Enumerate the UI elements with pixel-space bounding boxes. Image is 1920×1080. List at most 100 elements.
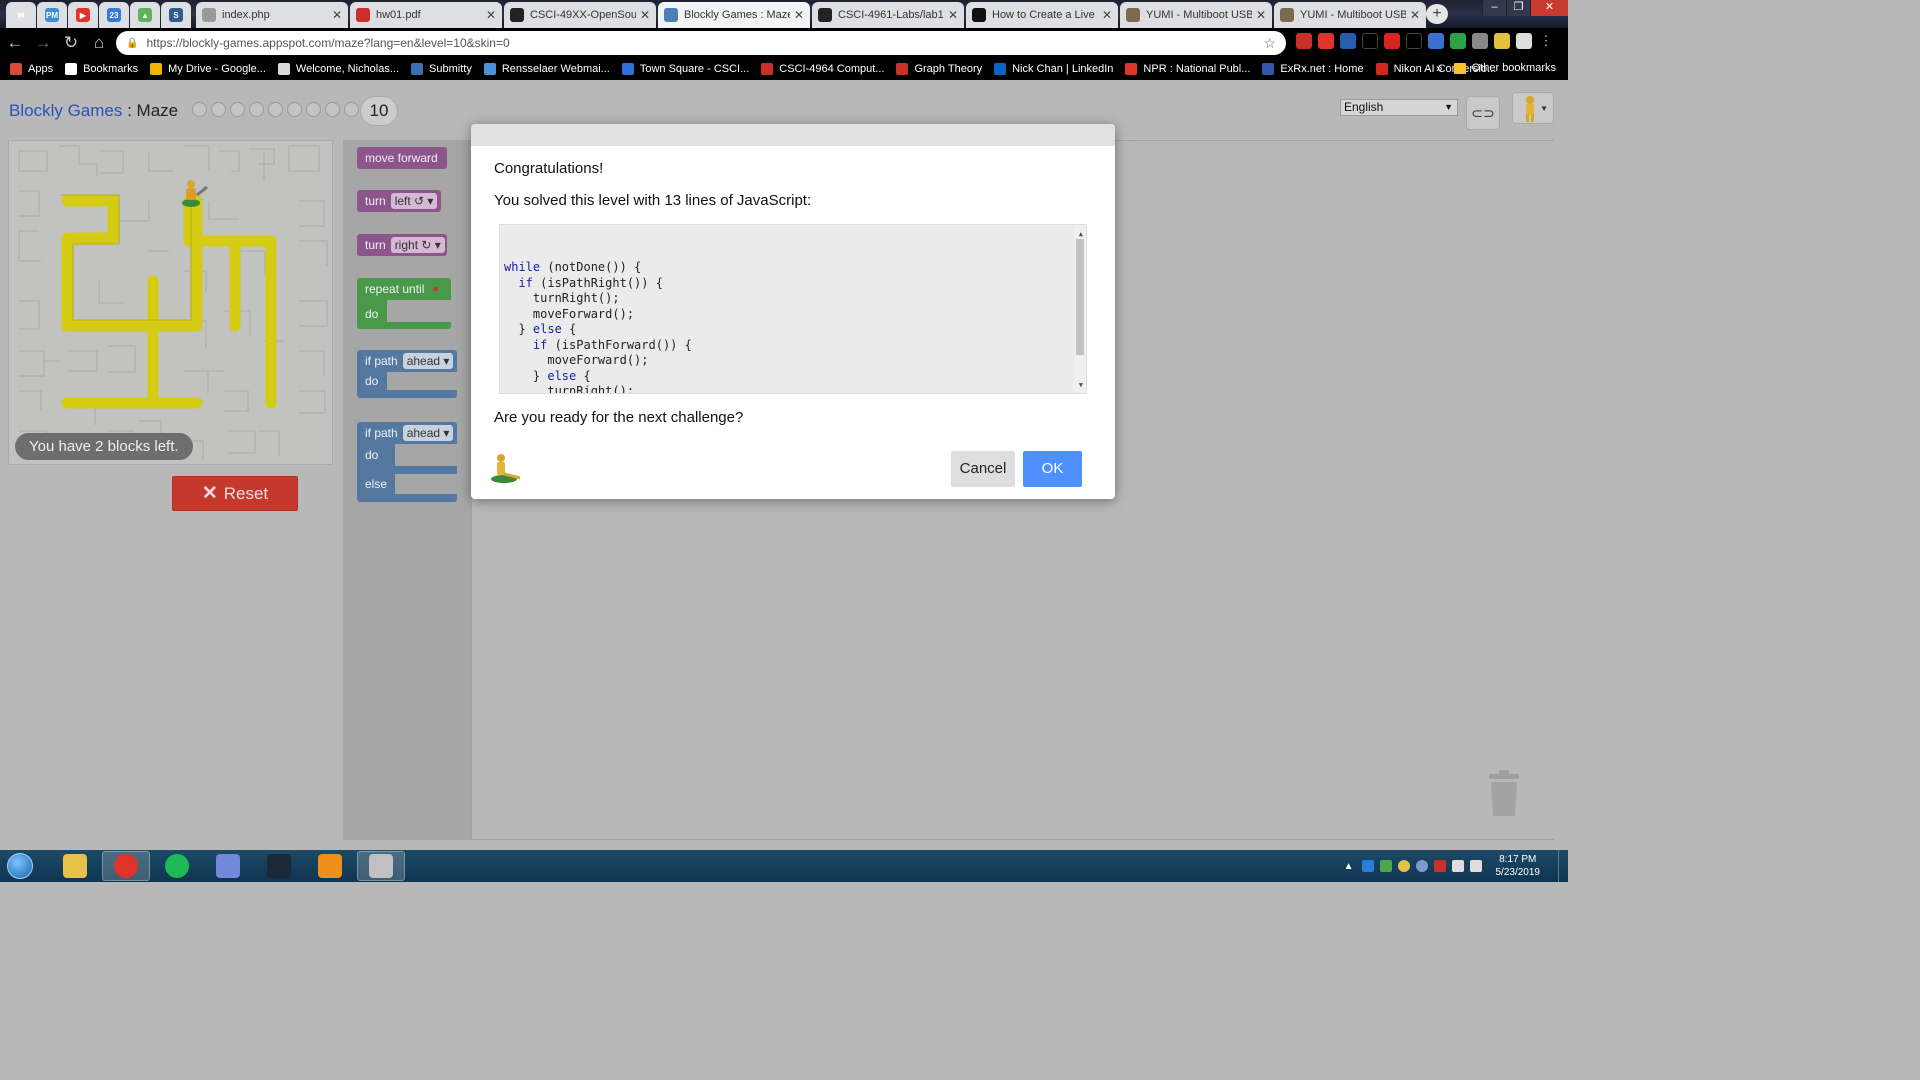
browser-tab[interactable]: hw01.pdf ✕	[350, 2, 502, 28]
reload-icon[interactable]: ↻	[58, 30, 84, 56]
bookmark-item[interactable]: Submitty	[411, 63, 472, 75]
level-dot[interactable]	[230, 102, 245, 117]
reset-button[interactable]: ✕ Reset	[172, 476, 298, 511]
show-desktop-button[interactable]	[1558, 850, 1568, 882]
level-dot[interactable]	[344, 102, 359, 117]
bookmark-item[interactable]: ExRx.net : Home	[1262, 63, 1364, 75]
close-tab-icon[interactable]: ✕	[486, 8, 496, 22]
level-dot[interactable]	[249, 102, 264, 117]
close-tab-icon[interactable]: ✕	[332, 8, 342, 22]
chrome-menu-icon[interactable]: ⋮	[1538, 33, 1554, 49]
repeat-until-block[interactable]: repeat until ●	[357, 278, 451, 300]
flag-icon[interactable]	[1433, 860, 1446, 872]
browser-tab[interactable]: CSCI-4961-Labs/lab1... ✕	[812, 2, 964, 28]
home-icon[interactable]: ⌂	[86, 30, 112, 56]
level-dot[interactable]	[287, 102, 302, 117]
bookmark-item[interactable]: Apps	[10, 63, 53, 75]
taskbar-app-unetbootin[interactable]	[357, 851, 405, 881]
extension-icon[interactable]	[1296, 33, 1312, 49]
other-bookmarks[interactable]: Other bookmarks	[1453, 62, 1556, 74]
volume-icon[interactable]	[1469, 860, 1482, 872]
extension-icon[interactable]	[1340, 33, 1356, 49]
close-tab-icon[interactable]: ✕	[1256, 8, 1266, 22]
taskbar-app-chrome[interactable]	[102, 851, 150, 881]
tray-expand-icon[interactable]: ▲	[1344, 861, 1354, 872]
close-tab-icon[interactable]: ✕	[1410, 8, 1420, 22]
url-text[interactable]: https://blockly-games.appspot.com/maze?l…	[146, 36, 1263, 50]
extension-icon[interactable]	[1406, 33, 1422, 49]
start-button[interactable]	[0, 850, 40, 882]
dropbox-icon[interactable]	[1361, 860, 1374, 872]
taskbar-app-explorer[interactable]	[51, 851, 99, 881]
extension-icon[interactable]	[1450, 33, 1466, 49]
pegman-menu-button[interactable]: ▼	[1512, 92, 1554, 124]
direction-dropdown[interactable]: right ↻ ▾	[390, 237, 445, 253]
level-dot[interactable]	[268, 102, 283, 117]
ok-button[interactable]: OK	[1023, 451, 1082, 487]
forward-icon[interactable]: →	[30, 30, 56, 56]
bookmark-item[interactable]: NPR : National Publ...	[1125, 63, 1250, 75]
extension-icon[interactable]	[1494, 33, 1510, 49]
scroll-down-icon[interactable]: ▼	[1079, 378, 1083, 394]
trash-icon[interactable]	[1486, 770, 1522, 818]
taskbar-app-sublime[interactable]	[306, 851, 354, 881]
taskbar-app-spotify[interactable]	[153, 851, 201, 881]
pinned-tab-youtube[interactable]: ▶	[68, 2, 98, 28]
cancel-button[interactable]: Cancel	[951, 451, 1015, 487]
close-tab-icon[interactable]: ✕	[640, 8, 650, 22]
bookmark-star-icon[interactable]: ☆	[1263, 35, 1276, 52]
if-path-block[interactable]: if path ahead ▾	[357, 350, 457, 372]
path-dropdown[interactable]: ahead ▾	[402, 425, 454, 441]
browser-tab[interactable]: YUMI - Multiboot USB... ✕	[1120, 2, 1272, 28]
level-dot[interactable]	[192, 102, 207, 117]
code-viewer[interactable]: while (notDone()) { if (isPathRight()) {…	[499, 224, 1087, 394]
extension-icon[interactable]	[1428, 33, 1444, 49]
bookmark-item[interactable]: Graph Theory	[896, 63, 982, 75]
pinned-tab-pm[interactable]: PM	[37, 2, 67, 28]
direction-dropdown[interactable]: left ↺ ▾	[390, 193, 438, 209]
browser-tab[interactable]: Blockly Games : Maze ✕	[658, 2, 810, 28]
back-icon[interactable]: ←	[2, 30, 28, 56]
bookmarks-overflow-button[interactable]: »	[1436, 61, 1443, 75]
turn-right-block[interactable]: turn right ↻ ▾	[357, 234, 447, 256]
scrollbar-thumb[interactable]	[1076, 239, 1084, 355]
chrome-tray-icon[interactable]	[1397, 860, 1410, 872]
bookmark-item[interactable]: CSCI-4964 Comput...	[761, 63, 884, 75]
close-tab-icon[interactable]: ✕	[794, 8, 804, 22]
pinned-tab-calendar[interactable]: 23	[99, 2, 129, 28]
level-dot[interactable]	[211, 102, 226, 117]
browser-tab[interactable]: CSCI-49XX-OpenSour... ✕	[504, 2, 656, 28]
network-icon[interactable]	[1451, 860, 1464, 872]
browser-tab[interactable]: YUMI - Multiboot USB... ✕	[1274, 2, 1426, 28]
clock[interactable]: 8:17 PM 5/23/2019	[1496, 853, 1541, 879]
link-button[interactable]: ⊂⊃	[1466, 96, 1500, 130]
level-dot[interactable]	[325, 102, 340, 117]
globe-icon[interactable]	[1415, 860, 1428, 872]
language-select[interactable]: English ▼	[1340, 99, 1458, 116]
extension-icon[interactable]	[1362, 33, 1378, 49]
taskbar-app-steam[interactable]	[255, 851, 303, 881]
turn-left-block[interactable]: turn left ↺ ▾	[357, 190, 441, 212]
move-forward-block[interactable]: move forward	[357, 147, 447, 169]
restore-button[interactable]: ❐	[1506, 0, 1530, 16]
close-tab-icon[interactable]: ✕	[1102, 8, 1112, 22]
browser-tab[interactable]: How to Create a Live U... ✕	[966, 2, 1118, 28]
extension-icon[interactable]	[1472, 33, 1488, 49]
current-level-badge[interactable]: 10	[360, 96, 398, 126]
path-dropdown[interactable]: ahead ▾	[402, 353, 454, 369]
taskbar-app-discord[interactable]	[204, 851, 252, 881]
close-tab-icon[interactable]: ✕	[948, 8, 958, 22]
bookmark-item[interactable]: Rensselaer Webmai...	[483, 63, 610, 75]
code-scrollbar[interactable]: ▲ ▼	[1074, 225, 1086, 394]
extension-icon[interactable]	[1516, 33, 1532, 49]
bookmark-item[interactable]: Town Square - CSCI...	[621, 63, 749, 75]
pinned-tab-submitty[interactable]: S	[161, 2, 191, 28]
bookmark-item[interactable]: Welcome, Nicholas...	[277, 63, 399, 75]
close-window-button[interactable]: ✕	[1530, 0, 1568, 16]
minimize-button[interactable]: –	[1482, 0, 1506, 16]
new-tab-button[interactable]: +	[1426, 4, 1448, 24]
bookmark-item[interactable]: My Drive - Google...	[150, 63, 266, 75]
extension-icon[interactable]	[1318, 33, 1334, 49]
level-dot[interactable]	[306, 102, 321, 117]
bookmark-item[interactable]: Bookmarks	[65, 63, 138, 75]
